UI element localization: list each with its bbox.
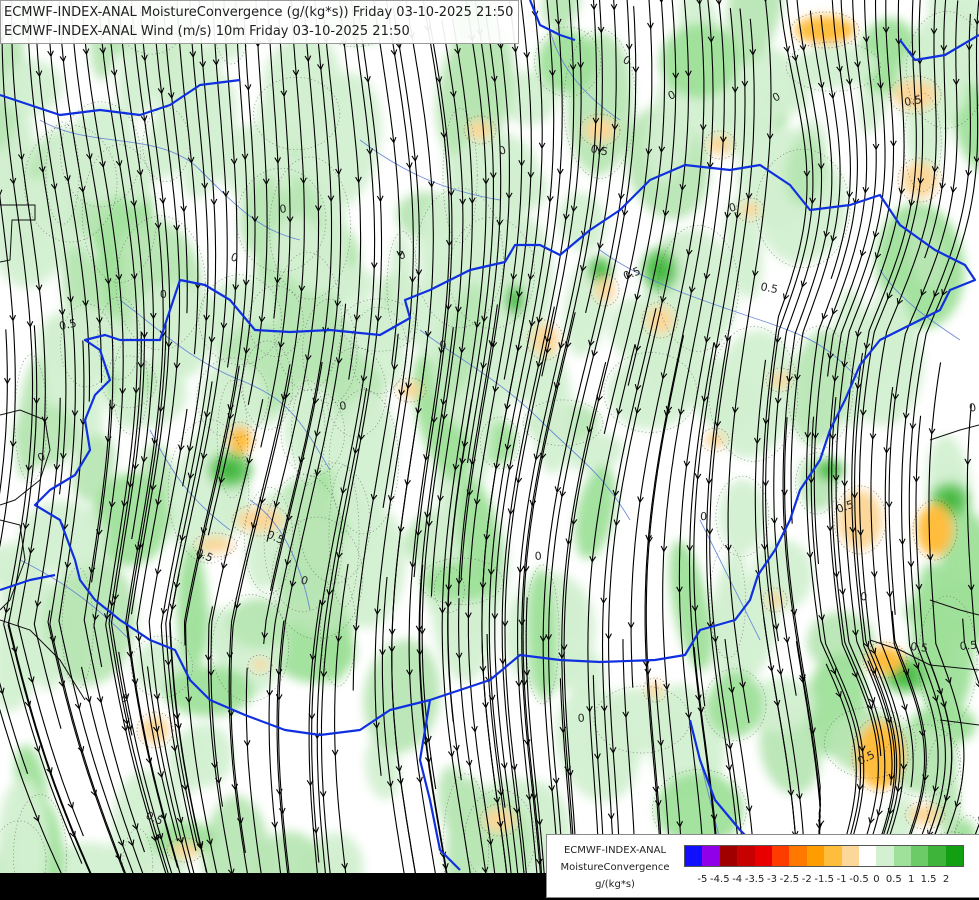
legend-swatch-0: [685, 846, 703, 866]
map-canvas[interactable]: 00000000000000000000.50.50.50.50.50.50.5…: [0, 0, 979, 900]
legend-tick-label: 0.5: [885, 874, 902, 885]
legend-variable-label: MoistureConvergence: [560, 862, 670, 873]
legend-swatch-5: [771, 846, 790, 866]
contour-label: 0: [860, 590, 868, 603]
legend-swatch-1: [702, 846, 720, 866]
legend-tick-label: -1: [836, 874, 847, 885]
contour-label: 0: [968, 401, 978, 415]
contour-label: 0: [534, 549, 542, 562]
contour-label: 0.5: [621, 264, 642, 282]
legend-tick-label: -4: [732, 874, 743, 885]
legend-swatch-9: [841, 846, 859, 866]
legend-swatch-4: [754, 846, 772, 866]
legend-unit-label: g/(kg*s): [595, 879, 635, 890]
title-moisture-convergence: ECMWF-INDEX-ANAL MoistureConvergence (g/…: [4, 5, 514, 20]
legend-tick-label: 2: [942, 874, 950, 885]
legend-tick-label: 1.5: [920, 874, 937, 885]
legend-swatch-6: [789, 846, 807, 866]
contour-label: 0: [700, 510, 707, 523]
contour-label: 0: [160, 288, 167, 301]
legend-swatch-10: [858, 846, 877, 866]
legend-swatch-3: [737, 846, 755, 866]
legend-tick-label: -3.5: [744, 874, 765, 885]
contour-label: 0: [229, 250, 240, 265]
map[interactable]: 0 0 0 0 0 0 0 0 0 0 0 0 0 0 0 0 0 0 0 0.5 0.5 0.5 0.5 0.5 0.5 0.5…: [0, 0, 979, 900]
legend-tick-label: -0.5: [849, 874, 869, 885]
legend-model-label: ECMWF-INDEX-ANAL: [563, 845, 667, 856]
legend-swatch-2: [719, 846, 738, 866]
legend-swatch-11: [876, 846, 894, 866]
legend-swatch-14: [928, 846, 946, 866]
title-wind: ECMWF-INDEX-ANAL Wind (m/s) 10m Friday 0…: [4, 24, 410, 39]
map-title-box: ECMWF-INDEX-ANAL MoistureConvergence (g/…: [0, 0, 520, 44]
contour-label: 0: [577, 711, 585, 725]
legend-tick-label: -2: [801, 874, 812, 885]
legend-tick-label: 0: [873, 874, 880, 885]
legend-tick-label: -4.5: [710, 874, 730, 885]
legend-tick-label: -2.5: [779, 874, 800, 885]
legend-tick-label: -1.5: [814, 874, 834, 885]
legend-swatch-15: [945, 846, 964, 866]
legend-tick-label: -3: [767, 874, 777, 885]
legend-color-swatches: [684, 845, 965, 867]
color-legend: ECMWF-INDEX-ANAL MoistureConvergence g/(…: [546, 834, 979, 898]
legend-swatch-13: [911, 846, 929, 866]
legend-swatch-8: [824, 846, 842, 866]
contour-label: 0.5: [759, 280, 779, 296]
legend-tick-label: -5: [697, 874, 708, 885]
contour-label: 0.5: [959, 639, 978, 653]
legend-swatch-12: [893, 846, 912, 866]
legend-tick-label: 1: [908, 874, 915, 885]
legend-swatch-7: [806, 846, 825, 866]
contour-label: 0.5: [910, 640, 929, 655]
